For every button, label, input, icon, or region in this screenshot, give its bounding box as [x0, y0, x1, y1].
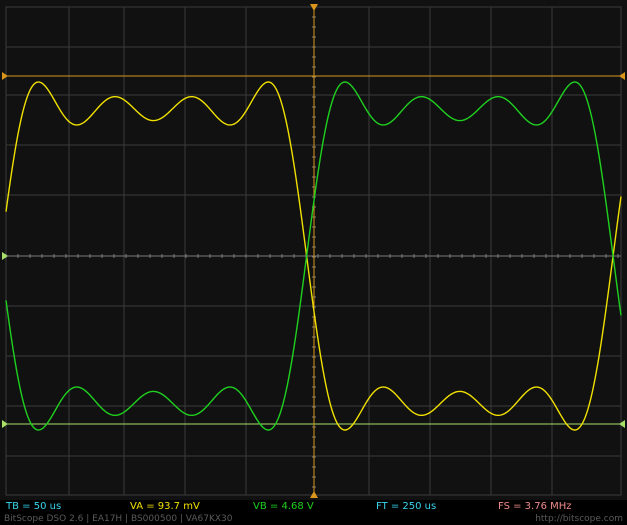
footer-bar: BitScope DSO 2.6 | EA17H | BS000500 | VA…: [0, 514, 627, 525]
website-link[interactable]: http://bitscope.com: [535, 514, 623, 525]
sample-frequency-readout[interactable]: FS = 3.76 MHz: [498, 500, 572, 514]
channel-b-volts-readout[interactable]: VB = 4.68 V: [253, 500, 314, 514]
waveform-canvas: [2, 4, 625, 498]
ground-marker-icon: [2, 252, 8, 260]
timebase-readout[interactable]: TB = 50 us: [6, 500, 61, 514]
level-marker-left-icon: [2, 72, 8, 80]
device-info-text: BitScope DSO 2.6 | EA17H | BS000500 | VA…: [4, 514, 233, 524]
channel-a-volts-readout[interactable]: VA = 93.7 mV: [130, 500, 200, 514]
level-marker-right-icon: [619, 72, 625, 80]
level-marker-right-icon: [619, 420, 625, 428]
status-bar: TB = 50 us VA = 93.7 mV VB = 4.68 V FT =…: [0, 500, 627, 514]
frame-time-readout[interactable]: FT = 250 us: [376, 500, 436, 514]
oscilloscope-display[interactable]: [0, 0, 627, 500]
cursor-layer: [2, 4, 625, 498]
level-marker-left-icon: [2, 420, 8, 428]
